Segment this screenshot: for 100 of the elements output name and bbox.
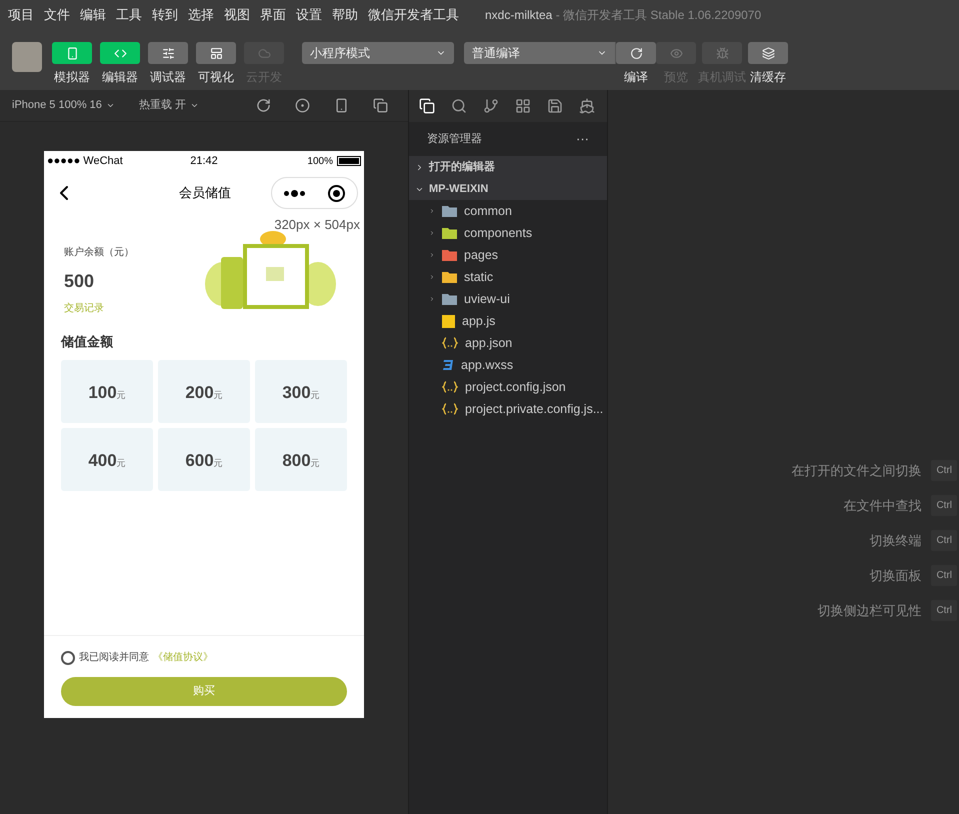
extensions-icon[interactable]: [515, 98, 531, 114]
compile-mode-dropdown[interactable]: 普通编译: [464, 42, 616, 64]
menu-item[interactable]: 文件: [44, 5, 70, 25]
view-toggle-button[interactable]: [196, 42, 236, 64]
more-actions[interactable]: ···: [576, 129, 589, 149]
key-badge: Ctrl: [931, 530, 957, 551]
search-icon[interactable]: [451, 98, 467, 114]
file-tree-item[interactable]: components: [409, 222, 607, 244]
bug-icon: [716, 46, 728, 60]
windows-icon[interactable]: [373, 98, 388, 113]
files-icon[interactable]: [419, 98, 435, 114]
menu-item[interactable]: 视图: [224, 5, 250, 25]
key-badge: Ctrl: [931, 600, 957, 621]
amount-option[interactable]: 400元: [61, 428, 153, 491]
toolbar-label: 可视化: [198, 69, 234, 86]
toolbar-label: 调试器: [150, 69, 186, 86]
toolbar-action-button[interactable]: [748, 42, 788, 64]
shortcut-label: 在打开的文件之间切换: [791, 462, 922, 480]
size-label: 320px × 504px: [274, 216, 360, 234]
sliders-icon: [162, 46, 174, 60]
amount-option[interactable]: 300元: [255, 360, 347, 423]
phone-icon: [66, 46, 78, 60]
hot-reload-dropdown[interactable]: 热重载 开: [138, 97, 199, 114]
key-badge: Ctrl: [931, 565, 957, 586]
toolbar-label: 编辑器: [102, 69, 138, 86]
toolbar-label: 模拟器: [54, 69, 90, 86]
device-dropdown[interactable]: iPhone 5 100% 16: [12, 97, 115, 114]
agreement-text: 我已阅读并同意: [79, 650, 149, 665]
braces-icon: [442, 403, 458, 415]
menu-item[interactable]: 界面: [260, 5, 286, 25]
close-icon: [328, 184, 346, 202]
section-header[interactable]: MP-WEIXIN: [409, 178, 607, 200]
refresh-icon: [630, 46, 642, 60]
battery-icon: [337, 156, 361, 166]
caret-icon: [429, 251, 435, 259]
panel-title: 资源管理器: [427, 132, 482, 147]
code-icon: [114, 46, 126, 60]
phone-icon[interactable]: [334, 98, 349, 113]
view-toggle-button[interactable]: [148, 42, 188, 64]
braces-icon: [442, 337, 458, 349]
shortcut-label: 切换面板: [869, 566, 922, 585]
toolbar-action-button[interactable]: [616, 42, 656, 64]
layout-icon: [210, 46, 222, 60]
stop-icon[interactable]: [295, 98, 310, 113]
clock-text: 21:42: [190, 154, 218, 169]
cloud-icon: [258, 46, 270, 60]
amount-option[interactable]: 100元: [61, 360, 153, 423]
amount-option[interactable]: 600元: [158, 428, 250, 491]
menu-item[interactable]: 项目: [8, 5, 34, 25]
agreement-radio[interactable]: [61, 650, 75, 664]
file-tree-item[interactable]: project.config.json: [409, 376, 607, 398]
key-badge: Ctrl: [931, 495, 957, 516]
css-icon: [442, 359, 454, 371]
balance-label: 账户余额（元）: [64, 246, 134, 260]
menu-item[interactable]: 编辑: [80, 5, 106, 25]
menu-item[interactable]: 帮助: [332, 5, 358, 25]
nav-title: 会员储值: [179, 184, 231, 202]
toolbar-label: 清缓存: [750, 69, 786, 86]
caret-icon: [429, 229, 435, 237]
caret-icon: [106, 101, 115, 110]
file-tree-item[interactable]: app.json: [409, 332, 607, 354]
menu-item[interactable]: 设置: [296, 5, 322, 25]
file-tree-item[interactable]: app.wxss: [409, 354, 607, 376]
storage-icon[interactable]: [547, 98, 563, 114]
section-header[interactable]: 打开的编辑器: [409, 156, 607, 178]
file-tree-item[interactable]: static: [409, 266, 607, 288]
branch-icon[interactable]: [483, 98, 499, 114]
caret-icon: [429, 207, 435, 215]
caret-icon: [415, 162, 424, 172]
caret-icon: [190, 101, 199, 110]
file-tree-item[interactable]: common: [409, 200, 607, 222]
carrier-text: ●●●●● WeChat: [47, 154, 124, 169]
capsule-menu[interactable]: [271, 177, 358, 209]
project-name: nxdc-milktea: [485, 8, 552, 22]
view-toggle-button[interactable]: [100, 42, 140, 64]
refresh-icon[interactable]: [256, 98, 271, 113]
balance-amount: 500: [64, 270, 96, 292]
mode-dropdown[interactable]: 小程序模式: [302, 42, 454, 64]
menu-item[interactable]: 微信开发者工具: [368, 5, 459, 25]
battery-text: 100%: [307, 154, 333, 168]
shortcut-label: 在文件中查找: [843, 496, 922, 515]
menu-item[interactable]: 工具: [116, 5, 142, 25]
braces-icon: [442, 381, 458, 393]
menu-item[interactable]: 选择: [188, 5, 214, 25]
window-title: - 微信开发者工具 Stable 1.06.2209070: [556, 8, 762, 22]
section-title: 储值金额: [60, 332, 114, 350]
shortcut-label: 切换终端: [869, 532, 922, 550]
file-tree-item[interactable]: pages: [409, 244, 607, 266]
shortcut-label: 切换侧边栏可见性: [817, 602, 922, 620]
caret-icon: [429, 295, 435, 303]
file-tree-item[interactable]: project.private.config.js...: [409, 398, 607, 420]
caret-icon: [429, 273, 435, 281]
eye-icon: [670, 46, 682, 60]
menu-item[interactable]: 转到: [152, 5, 178, 25]
key-badge: Ctrl: [931, 460, 957, 481]
view-toggle-button[interactable]: [52, 42, 92, 64]
file-tree-item[interactable]: uview-ui: [409, 288, 607, 310]
amount-option[interactable]: 800元: [255, 428, 347, 491]
amount-option[interactable]: 200元: [158, 360, 250, 423]
file-tree-item[interactable]: app.js: [409, 310, 607, 332]
